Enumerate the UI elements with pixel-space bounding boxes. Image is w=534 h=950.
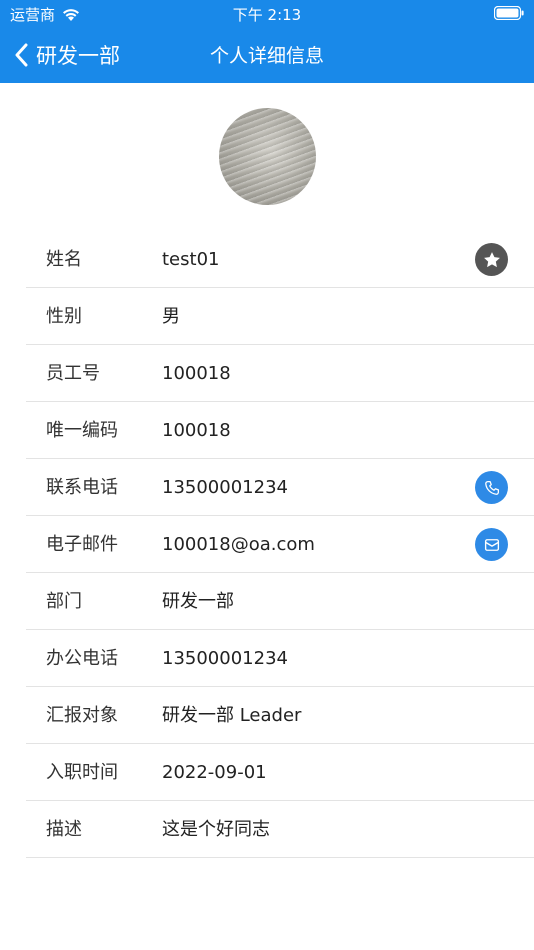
row-label: 性别 [46,306,82,327]
info-row-office-phone: 办公电话 13500001234 [26,630,534,687]
mail-icon [484,538,499,551]
info-list: 姓名 test01 性别 男 员工号 100018 唯一编码 100018 联系… [26,231,534,858]
status-bar: 运营商 下午 2:13 [0,0,534,28]
navigation-bar: 研发一部 个人详细信息 [0,28,534,83]
info-row-name: 姓名 test01 [26,231,534,288]
star-icon [483,251,500,267]
row-value: 研发一部 Leader [162,705,302,726]
app-header: 运营商 下午 2:13 研发一部 个人详细信息 [0,0,534,83]
row-label: 描述 [46,819,82,840]
info-row-report-to: 汇报对象 研发一部 Leader [26,687,534,744]
row-value: 100018 [162,420,231,441]
row-label: 电子邮件 [46,534,118,555]
info-row-phone: 联系电话 13500001234 [26,459,534,516]
row-label: 入职时间 [46,762,118,783]
favorite-button[interactable] [475,243,508,276]
page-title: 个人详细信息 [209,45,324,67]
status-time: 下午 2:13 [232,6,302,24]
info-row-unique-code: 唯一编码 100018 [26,402,534,459]
info-row-hire-date: 入职时间 2022-09-01 [26,744,534,801]
row-label: 部门 [46,591,82,612]
row-value: 100018 [162,363,231,384]
info-row-description: 描述 这是个好同志 [26,801,534,858]
avatar [219,108,316,205]
row-label: 姓名 [46,249,82,270]
row-label: 办公电话 [46,648,118,669]
row-value: 13500001234 [162,648,288,669]
phone-icon [484,480,499,495]
info-row-department: 部门 研发一部 [26,573,534,630]
row-value: 这是个好同志 [162,819,270,840]
row-label: 员工号 [46,363,100,384]
email-button[interactable] [475,528,508,561]
row-label: 汇报对象 [46,705,118,726]
row-value: 男 [162,306,180,327]
call-button[interactable] [475,471,508,504]
info-row-gender: 性别 男 [26,288,534,345]
row-label: 唯一编码 [46,420,118,441]
row-value: 13500001234 [162,477,288,498]
row-value: test01 [162,249,220,270]
battery-icon [494,6,524,20]
row-value: 2022-09-01 [162,762,267,783]
row-label: 联系电话 [46,477,118,498]
row-value: 研发一部 [162,591,234,612]
info-row-email: 电子邮件 100018@oa.com [26,516,534,573]
row-value: 100018@oa.com [162,534,315,555]
info-row-employee-id: 员工号 100018 [26,345,534,402]
